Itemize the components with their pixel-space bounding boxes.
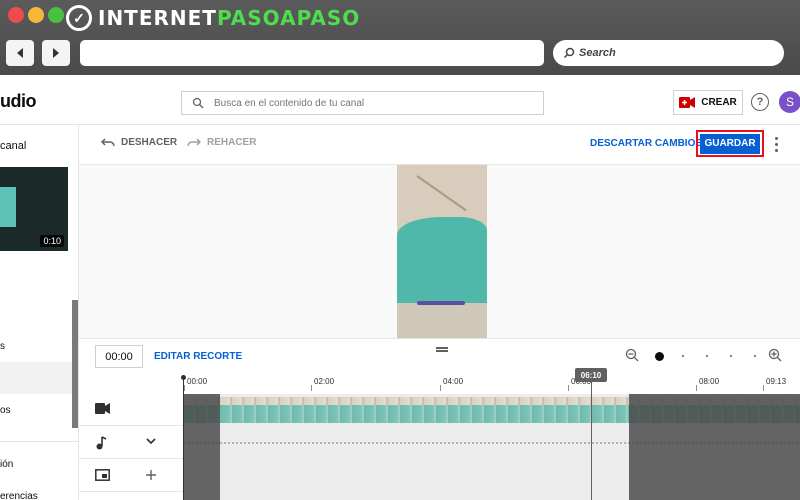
search-icon [563,47,575,59]
redo-icon [187,137,201,146]
channel-search-input[interactable] [214,97,514,109]
undo-label: DESHACER [121,137,178,148]
zoom-out-icon[interactable] [625,348,639,362]
ruler-tick: 09:13 [762,377,787,391]
video-preview[interactable] [397,165,487,338]
studio-header: udio CREAR ? S [0,75,800,125]
timeline-ruler[interactable]: 00:00 02:00 04:00 06:00 08:00 09:13 [183,374,800,394]
arrow-right-icon [53,48,59,58]
discard-changes-button[interactable]: DESCARTAR CAMBIOS [590,138,702,149]
avatar[interactable]: S [779,91,800,113]
sidebar-item-active[interactable] [0,362,72,394]
zoom-in-icon[interactable] [768,348,782,362]
undo-button[interactable]: DESHACER [101,137,177,148]
timeline-start-marker [181,375,186,500]
more-options-icon[interactable] [773,135,779,153]
browser-chrome: ✓ INTERNETPASOAPASO Search [0,0,800,75]
save-highlight-frame: GUARDAR [696,130,764,157]
ruler-tick: 02:00 [310,377,335,391]
add-icon[interactable] [145,469,157,481]
site-logo: ✓ INTERNETPASOAPASO [66,5,360,31]
editor-toolbar: DESHACER REHACER DESCARTAR CAMBIOS GUARD… [79,125,800,165]
close-window-button[interactable] [8,7,24,23]
edit-trim-button[interactable]: EDITAR RECORTE [154,351,242,362]
trimmed-region-right[interactable] [629,394,800,500]
endscreen-track-row [79,460,184,492]
maximize-window-button[interactable] [48,7,64,23]
minimize-window-button[interactable] [28,7,44,23]
end-screen-icon [95,469,110,481]
video-track-icon [95,403,110,414]
sidebar-heading: canal [0,140,27,152]
video-camera-icon [679,97,696,108]
redo-label: REHACER [207,137,257,148]
playhead-line[interactable] [591,382,592,500]
video-thumbnail[interactable]: 0:10 [0,167,68,251]
logo-badge-icon: ✓ [66,5,92,31]
preview-area [79,165,800,338]
save-button[interactable]: GUARDAR [700,133,760,154]
browser-search-field[interactable]: Search [553,40,784,66]
zoom-slider[interactable] [655,352,756,361]
music-note-icon [96,436,107,450]
create-button[interactable]: CREAR [673,90,743,115]
ruler-tick: 08:00 [695,377,720,391]
current-time-field[interactable]: 00:00 [95,345,143,368]
browser-search-label: Search [579,47,616,59]
help-icon[interactable]: ? [751,93,769,111]
sidebar-item-2[interactable]: os [0,405,11,416]
logo-accent: PASOAPASO [216,6,361,30]
sidebar-scrollbar[interactable] [72,300,78,428]
create-label: CREAR [701,97,737,108]
ruler-tick: 04:00 [439,377,464,391]
sidebar: canal 0:10 s os ión erencias [0,125,79,500]
playhead-time-label: 06:10 [575,368,607,382]
redo-button[interactable]: REHACER [187,137,256,148]
search-icon [192,97,204,109]
resize-handle-icon[interactable] [436,347,448,352]
ruler-tick: 00:00 [183,377,208,391]
thumbnail-duration: 0:10 [40,235,64,247]
sidebar-item-4[interactable]: erencias [0,491,38,500]
arrow-left-icon [17,48,23,58]
timeline-header: 00:00 EDITAR RECORTE [79,338,800,374]
zoom-slider-knob[interactable] [655,352,664,361]
forward-button[interactable] [42,40,70,66]
address-bar[interactable] [80,40,544,66]
trimmed-region-left[interactable] [184,394,220,500]
chevron-down-icon[interactable] [145,436,157,446]
studio-title: udio [0,91,37,111]
sidebar-divider [0,441,78,442]
sidebar-item-3[interactable]: ión [0,459,13,470]
channel-search-box[interactable] [181,91,544,115]
video-track-row [79,394,184,426]
track-controls [79,394,184,500]
sidebar-item-1[interactable]: s [0,341,5,352]
back-button[interactable] [6,40,34,66]
audio-track-row [79,427,184,459]
timeline-tracks[interactable] [184,394,800,500]
undo-icon [101,137,115,146]
logo-prefix: INTERNET [98,6,217,30]
